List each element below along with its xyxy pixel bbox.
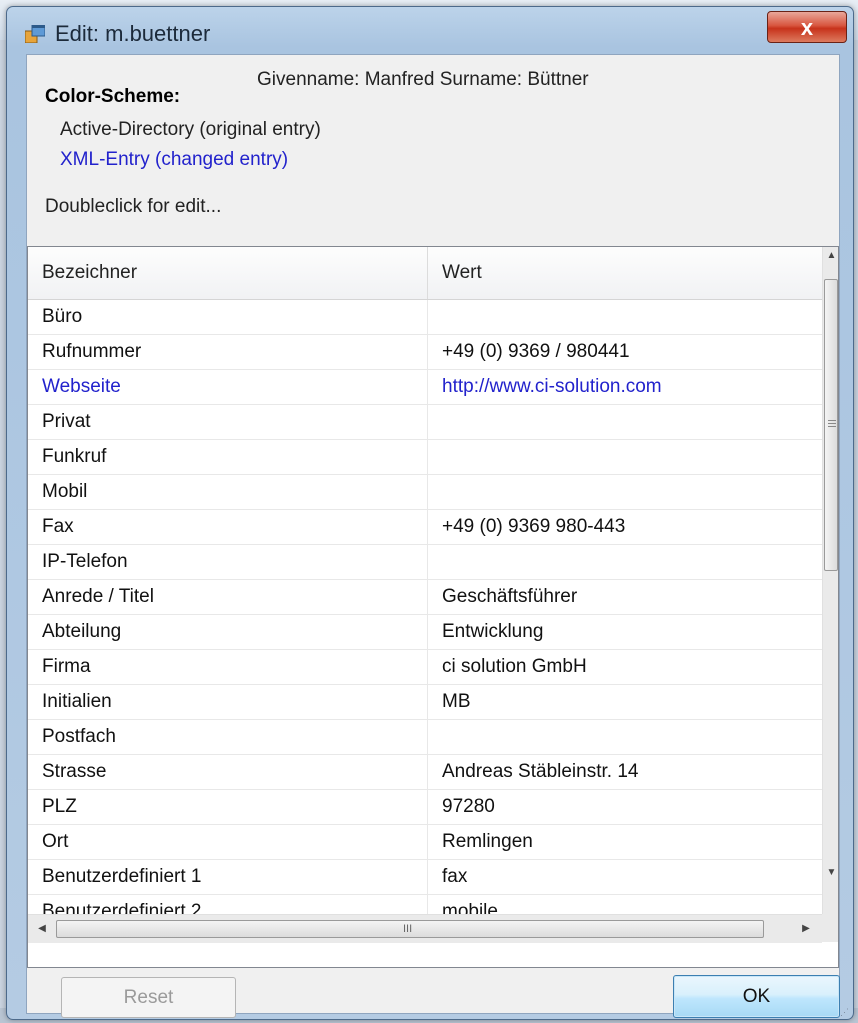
cell-bezeichner[interactable]: Firma [28, 650, 428, 684]
cell-bezeichner[interactable]: Benutzerdefiniert 1 [28, 860, 428, 894]
cell-wert[interactable]: +49 (0) 9369 / 980441 [428, 335, 826, 369]
scheme-legend-active-directory: Active-Directory (original entry) [60, 119, 321, 140]
table-row[interactable]: Funkruf [28, 440, 826, 475]
column-header-bezeichner[interactable]: Bezeichner [28, 247, 428, 299]
edit-dialog: Edit: m.buettner x Givenname: Manfred Su… [6, 6, 854, 1020]
title-bar[interactable]: Edit: m.buettner x [7, 7, 853, 47]
info-header: Givenname: Manfred Surname: Büttner Colo… [27, 55, 839, 220]
table-row[interactable]: Firma ci solution GmbH [28, 650, 826, 685]
table-row[interactable]: Ort Remlingen [28, 825, 826, 860]
cell-bezeichner[interactable]: Funkruf [28, 440, 428, 474]
table-row[interactable]: Webseite http://www.ci-solution.com [28, 370, 826, 405]
cell-wert[interactable] [428, 405, 826, 439]
cell-wert[interactable]: Entwicklung [428, 615, 826, 649]
arrow-down-icon[interactable]: ▼ [823, 864, 838, 881]
table-row[interactable]: Anrede / Titel Geschäftsführer [28, 580, 826, 615]
cell-bezeichner[interactable]: Anrede / Titel [28, 580, 428, 614]
table-row[interactable]: Abteilung Entwicklung [28, 615, 826, 650]
cell-wert[interactable]: ci solution GmbH [428, 650, 826, 684]
table-row[interactable]: PLZ 97280 [28, 790, 826, 825]
horizontal-scroll-thumb[interactable]: III [56, 920, 764, 938]
grip-line [828, 426, 836, 427]
table-row[interactable]: Benutzerdefiniert 2 mobile [28, 895, 826, 914]
cell-wert[interactable] [428, 720, 826, 754]
column-header-wert[interactable]: Wert [428, 247, 826, 299]
cell-bezeichner[interactable]: Büro [28, 300, 428, 334]
grid-header: Bezeichner Wert [28, 247, 826, 300]
reset-button[interactable]: Reset [61, 977, 236, 1018]
horizontal-grip: III [403, 923, 413, 935]
table-row[interactable]: Postfach [28, 720, 826, 755]
cell-bezeichner[interactable]: PLZ [28, 790, 428, 824]
grip-line [828, 423, 836, 424]
table-row[interactable]: Fax +49 (0) 9369 980-443 [28, 510, 826, 545]
cell-wert[interactable] [428, 300, 826, 334]
ok-button[interactable]: OK [673, 975, 840, 1018]
table-row[interactable]: Privat [28, 405, 826, 440]
cell-bezeichner[interactable]: Initialien [28, 685, 428, 719]
table-row[interactable]: Büro [28, 300, 826, 335]
color-scheme-label: Color-Scheme: [45, 86, 181, 107]
cell-wert[interactable]: MB [428, 685, 826, 719]
cell-bezeichner[interactable]: Fax [28, 510, 428, 544]
table-row[interactable]: Initialien MB [28, 685, 826, 720]
cell-bezeichner[interactable]: Abteilung [28, 615, 428, 649]
scheme-legend-xml-entry: XML-Entry (changed entry) [60, 149, 289, 170]
cell-wert[interactable]: fax [428, 860, 826, 894]
cell-wert[interactable]: +49 (0) 9369 980-443 [428, 510, 826, 544]
table-row[interactable]: Strasse Andreas Stäbleinstr. 14 [28, 755, 826, 790]
cell-wert[interactable]: Remlingen [428, 825, 826, 859]
table-row[interactable]: Rufnummer +49 (0) 9369 / 980441 [28, 335, 826, 370]
arrow-right-icon[interactable]: ▶ [798, 920, 814, 938]
grip-line [828, 420, 836, 421]
edit-hint: Doubleclick for edit... [45, 196, 222, 217]
dialog-client-area: Givenname: Manfred Surname: Büttner Colo… [26, 54, 840, 1018]
cell-wert[interactable]: mobile [428, 895, 826, 914]
cell-wert[interactable] [428, 545, 826, 579]
cell-bezeichner[interactable]: Postfach [28, 720, 428, 754]
cell-bezeichner[interactable]: Privat [28, 405, 428, 439]
cell-bezeichner[interactable]: Benutzerdefiniert 2 [28, 895, 428, 914]
horizontal-scrollbar[interactable]: ◀ III ▶ [28, 914, 822, 943]
cell-wert[interactable]: Andreas Stäbleinstr. 14 [428, 755, 826, 789]
arrow-up-icon[interactable]: ▲ [823, 247, 838, 264]
cell-bezeichner[interactable]: Ort [28, 825, 428, 859]
window-icon [25, 25, 45, 43]
attributes-grid[interactable]: Bezeichner Wert Büro Rufnummer +49 (0) 936… [27, 246, 839, 968]
cell-bezeichner[interactable]: IP-Telefon [28, 545, 428, 579]
vertical-scroll-thumb[interactable] [824, 279, 838, 571]
cell-wert[interactable] [428, 475, 826, 509]
cell-bezeichner[interactable]: Webseite [28, 370, 428, 404]
cell-wert[interactable]: http://www.ci-solution.com [428, 370, 826, 404]
user-names-label: Givenname: Manfred Surname: Büttner [257, 69, 589, 90]
cell-wert[interactable]: 97280 [428, 790, 826, 824]
close-icon: x [800, 15, 814, 40]
table-row[interactable]: Benutzerdefiniert 1 fax [28, 860, 826, 895]
scrollbar-corner [822, 914, 838, 942]
table-row[interactable]: Mobil [28, 475, 826, 510]
cell-bezeichner[interactable]: Rufnummer [28, 335, 428, 369]
arrow-left-icon[interactable]: ◀ [34, 920, 50, 938]
window-title: Edit: m.buettner [55, 21, 211, 46]
cell-wert[interactable] [428, 440, 826, 474]
cell-bezeichner[interactable]: Mobil [28, 475, 428, 509]
cell-bezeichner[interactable]: Strasse [28, 755, 428, 789]
table-row[interactable]: IP-Telefon [28, 545, 826, 580]
grid-rows: Büro Rufnummer +49 (0) 9369 / 980441 Websei… [28, 300, 826, 914]
cell-wert[interactable]: Geschäftsführer [428, 580, 826, 614]
resize-grip-icon[interactable]: ⋰ [840, 1007, 850, 1017]
close-button[interactable]: x [767, 11, 847, 43]
vertical-scrollbar[interactable]: ▲ ▼ [822, 247, 838, 914]
